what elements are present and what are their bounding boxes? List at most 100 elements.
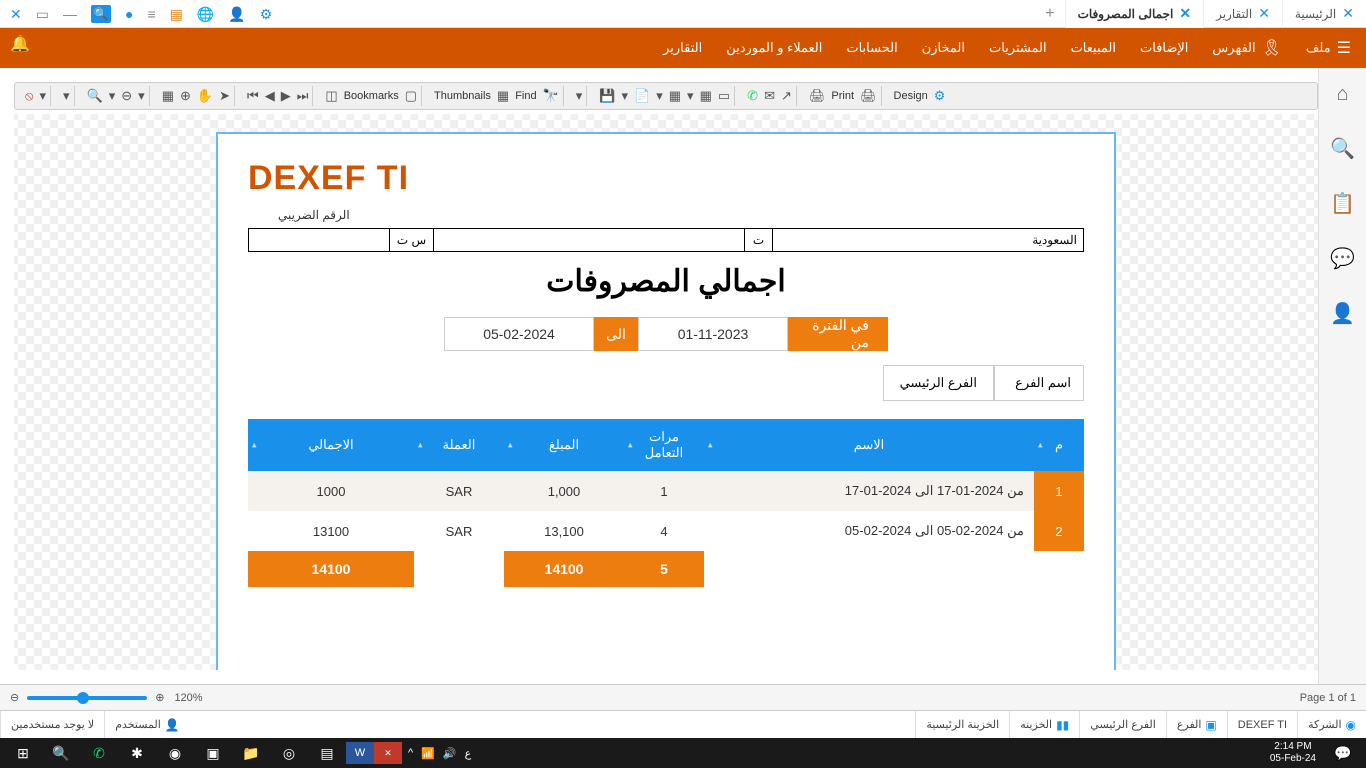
design-label[interactable]: Design xyxy=(894,90,928,102)
app2-icon[interactable]: ◎ xyxy=(270,738,308,768)
explorer-icon[interactable]: 📁 xyxy=(232,738,270,768)
menu-purchases[interactable]: المشتريات xyxy=(989,40,1047,56)
profile-icon[interactable]: 👤 xyxy=(1330,301,1355,326)
save-icon[interactable]: 💾 xyxy=(599,88,615,104)
menu-additions[interactable]: الإضافات xyxy=(1140,40,1188,56)
notifications-icon[interactable]: 💬 xyxy=(1324,738,1362,768)
chrome-icon[interactable]: ◉ xyxy=(156,738,194,768)
slack-icon[interactable]: ✱ xyxy=(118,738,156,768)
chat-icon[interactable]: 💬 xyxy=(1330,246,1355,271)
list-icon[interactable]: ≡ xyxy=(147,6,155,22)
bookmarks-label[interactable]: Bookmarks xyxy=(344,90,399,102)
zoom-slider[interactable] xyxy=(27,696,147,700)
zoom-minus-icon[interactable]: ⊖ xyxy=(10,691,19,704)
next-page-icon[interactable]: ▶ xyxy=(281,88,291,104)
close-window-icon[interactable]: ✕ xyxy=(10,6,22,23)
restore-icon[interactable]: ▭ xyxy=(36,6,49,23)
tab-expenses-total[interactable]: ✕ اجمالى المصروفات xyxy=(1065,0,1204,28)
company-info-row: السعودية ت س ت xyxy=(248,228,1084,252)
col-times[interactable]: مرات التعامل▴ xyxy=(624,419,704,471)
menu-reports[interactable]: التقارير xyxy=(663,40,702,56)
stop-icon[interactable]: ⦸ xyxy=(25,88,33,104)
printer-icon[interactable]: 🖨 xyxy=(809,88,826,104)
grid2-icon[interactable]: ▦ xyxy=(700,88,712,104)
find-label[interactable]: Find xyxy=(515,90,536,102)
start-icon[interactable]: ⊞ xyxy=(4,738,42,768)
app3-icon[interactable]: ▤ xyxy=(308,738,346,768)
close-icon[interactable]: ✕ xyxy=(1342,5,1354,22)
lang-icon[interactable]: ع xyxy=(465,747,472,760)
zoom-plus-icon[interactable]: ⊕ xyxy=(155,691,164,704)
dropdown-icon[interactable]: ▾ xyxy=(109,88,116,104)
doc2-icon[interactable]: ▭ xyxy=(718,88,730,104)
col-name[interactable]: الاسم▴ xyxy=(704,419,1034,471)
dropdown-icon[interactable]: ▾ xyxy=(138,88,145,104)
minimize-icon[interactable]: — xyxy=(63,6,77,22)
layout-icon[interactable]: ◫ xyxy=(325,88,337,104)
tab-home[interactable]: ✕ الرئيسية xyxy=(1282,0,1366,28)
grid-icon[interactable]: ▦ xyxy=(162,88,174,104)
export-icon[interactable]: 📄 xyxy=(634,88,650,104)
period-row: في الفترة من 01-11-2023 الى 05-02-2024 xyxy=(248,317,1084,351)
whatsapp-icon[interactable]: ✆ xyxy=(747,88,758,104)
menu-stores[interactable]: المخازن xyxy=(922,40,965,56)
menu-file[interactable]: ☰ملف xyxy=(1306,38,1351,58)
translate-icon[interactable]: 🌐 xyxy=(197,6,214,23)
gear-icon[interactable]: ⚙ xyxy=(934,88,946,104)
search-icon[interactable]: 🔍 xyxy=(42,738,80,768)
record-icon[interactable]: ● xyxy=(125,6,133,22)
last-page-icon[interactable]: ⏭ xyxy=(297,88,309,104)
zoom-in-icon[interactable]: ⊕ xyxy=(180,88,191,104)
volume-icon[interactable]: 🔊 xyxy=(443,747,457,760)
dropdown-icon[interactable]: ▾ xyxy=(656,88,663,104)
system-tray[interactable]: ^ 📶 🔊 ع xyxy=(402,747,477,760)
close-icon[interactable]: ✕ xyxy=(1258,5,1270,22)
report-canvas[interactable]: DEXEF TI الرقم الضريبي السعودية ت س ت اج… xyxy=(14,114,1318,670)
doc-icon[interactable]: ▤ xyxy=(170,6,183,23)
zoom-out-icon[interactable]: ⊖ xyxy=(121,88,132,104)
menu-customers[interactable]: العملاء و الموردين xyxy=(726,40,822,56)
dropdown-icon[interactable]: ▾ xyxy=(576,88,583,104)
col-total[interactable]: الاجمالي▴ xyxy=(248,419,414,471)
app1-icon[interactable]: ▣ xyxy=(194,738,232,768)
hand-icon[interactable]: ✋ xyxy=(197,88,213,104)
print-label[interactable]: Print xyxy=(831,90,854,102)
print2-icon[interactable]: 🖨 xyxy=(860,88,877,104)
mail-icon[interactable]: ✉ xyxy=(764,88,775,104)
table-icon[interactable]: ▦ xyxy=(669,88,681,104)
search-icon[interactable]: 🔍 xyxy=(1330,136,1355,161)
tab-reports[interactable]: ✕ التقارير xyxy=(1203,0,1282,28)
home-icon[interactable]: ⌂ xyxy=(1336,83,1348,106)
search-tool-icon[interactable]: 🔍 xyxy=(91,5,111,23)
new-tab-button[interactable]: + xyxy=(1035,5,1064,23)
col-index[interactable]: م▴ xyxy=(1034,419,1084,471)
taskbar-clock[interactable]: 2:14 PM 05-Feb-24 xyxy=(1262,741,1324,765)
col-amount[interactable]: المبلغ▴ xyxy=(504,419,624,471)
first-page-icon[interactable]: ⏮ xyxy=(247,88,259,104)
whatsapp-icon[interactable]: ✆ xyxy=(80,738,118,768)
user-icon[interactable]: 👤 xyxy=(228,6,245,23)
pointer-icon[interactable]: ➤ xyxy=(219,88,230,104)
dropdown-icon[interactable]: ▾ xyxy=(39,88,46,104)
dropdown-icon[interactable]: ▾ xyxy=(687,88,694,104)
binoculars-icon: 🔭 xyxy=(543,88,559,104)
app4-icon[interactable]: ✕ xyxy=(374,742,402,764)
menu-index[interactable]: 🎗الفهرس xyxy=(1212,38,1282,58)
thumbnails-label[interactable]: Thumbnails xyxy=(434,90,491,102)
close-icon[interactable]: ✕ xyxy=(1179,5,1191,22)
word-icon[interactable]: W xyxy=(346,742,374,764)
tray-chevron-icon[interactable]: ^ xyxy=(408,747,413,760)
prev-page-icon[interactable]: ◀ xyxy=(265,88,275,104)
wifi-icon[interactable]: 📶 xyxy=(421,747,435,760)
zoom-icon[interactable]: 🔍 xyxy=(87,88,103,104)
menu-accounts[interactable]: الحسابات xyxy=(846,40,897,56)
settings-gear-icon[interactable]: ⚙ xyxy=(260,6,273,23)
dropdown-icon[interactable]: ▾ xyxy=(622,88,629,104)
notifications-bell-icon[interactable]: 🔔 xyxy=(10,34,30,54)
menu-sales[interactable]: المبيعات xyxy=(1071,40,1116,56)
col-currency[interactable]: العملة▴ xyxy=(414,419,504,471)
dropdown-icon[interactable]: ▾ xyxy=(63,88,70,104)
share-icon[interactable]: ↗ xyxy=(781,88,792,104)
zoom-thumb[interactable] xyxy=(77,692,89,704)
copy-icon[interactable]: 📋 xyxy=(1330,191,1355,216)
